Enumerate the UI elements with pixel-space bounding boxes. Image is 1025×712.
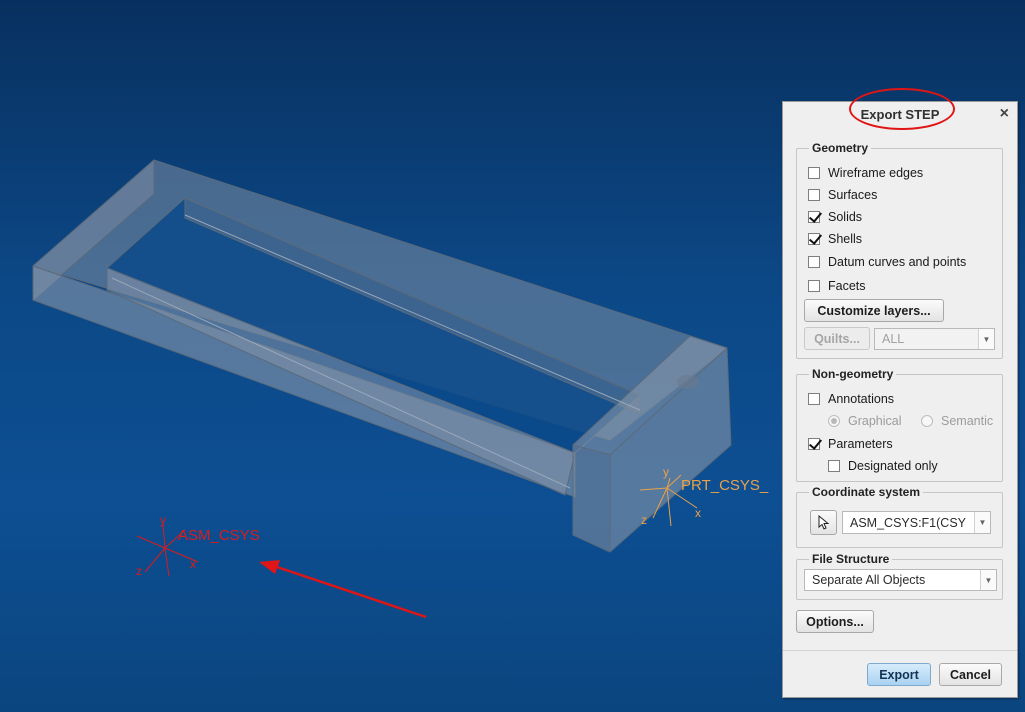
end-block-front: [572, 444, 611, 553]
asm-csys-axis-x: x: [190, 557, 196, 571]
chevron-down-icon[interactable]: ▼: [980, 570, 996, 590]
geometry-group: Geometry Wireframe edges Surfaces Solids…: [796, 141, 1003, 359]
solids-checkbox[interactable]: [808, 211, 820, 223]
datum-curves-label: Datum curves and points: [828, 255, 967, 269]
graphical-option[interactable]: Graphical: [828, 412, 902, 430]
surfaces-option[interactable]: Surfaces: [808, 186, 877, 204]
footer-divider: [783, 650, 1017, 651]
wireframe-edges-label: Wireframe edges: [828, 166, 924, 180]
annotations-label: Annotations: [828, 392, 895, 406]
prt-csys-axis-z: z: [641, 513, 647, 527]
semantic-label: Semantic: [941, 414, 994, 428]
shells-option[interactable]: Shells: [808, 230, 862, 248]
dialog-titlebar[interactable]: Export STEP ×: [783, 88, 1017, 130]
graphical-radio[interactable]: [828, 415, 840, 427]
quilts-select-value: ALL: [882, 332, 905, 346]
chevron-down-icon[interactable]: ▼: [978, 329, 994, 349]
shells-label: Shells: [828, 232, 863, 246]
export-step-dialog: Export STEP × Geometry Wireframe edges S…: [782, 88, 1018, 698]
asm-csys-label: ASM_CSYS: [178, 527, 260, 544]
facets-option[interactable]: Facets: [808, 277, 866, 295]
coordinate-system-group: Coordinate system ASM_CSYS:F1(CSY ▼: [796, 485, 1003, 548]
prt-csys-axis-x: x: [695, 506, 701, 520]
end-block-hole: [677, 375, 699, 389]
parameters-option[interactable]: Parameters: [808, 435, 893, 453]
facets-checkbox[interactable]: [808, 280, 820, 292]
shells-checkbox[interactable]: [808, 233, 820, 245]
coordinate-system-group-title: Coordinate system: [809, 485, 924, 499]
annotations-option[interactable]: Annotations: [808, 390, 894, 408]
asm-csys-axis-z: z: [136, 564, 142, 578]
graphical-label: Graphical: [848, 414, 902, 428]
datum-curves-checkbox[interactable]: [808, 256, 820, 268]
surfaces-checkbox[interactable]: [808, 189, 820, 201]
prt-csys-label: PRT_CSYS_: [681, 477, 769, 494]
export-button[interactable]: Export: [867, 663, 931, 686]
cursor-arrow-icon: [818, 515, 829, 530]
parameters-label: Parameters: [828, 437, 893, 451]
wireframe-edges-option[interactable]: Wireframe edges: [808, 164, 923, 182]
wireframe-edges-checkbox[interactable]: [808, 167, 820, 179]
cancel-button[interactable]: Cancel: [939, 663, 1002, 686]
file-structure-group: File Structure Separate All Objects ▼: [796, 552, 1003, 600]
asm-csys-axis-y: y: [160, 513, 166, 527]
parameters-checkbox[interactable]: [808, 438, 820, 450]
designated-only-checkbox[interactable]: [828, 460, 840, 472]
non-geometry-group-title: Non-geometry: [809, 367, 897, 381]
part-model[interactable]: [32, 159, 732, 553]
designated-only-option[interactable]: Designated only: [828, 457, 938, 475]
quilts-select[interactable]: ALL ▼: [874, 328, 995, 350]
non-geometry-group: Non-geometry Annotations Graphical Seman…: [796, 367, 1003, 482]
options-button[interactable]: Options...: [796, 610, 874, 633]
annotations-checkbox[interactable]: [808, 393, 820, 405]
solids-label: Solids: [828, 210, 863, 224]
facets-label: Facets: [828, 279, 866, 293]
file-structure-group-title: File Structure: [809, 552, 893, 566]
file-structure-value: Separate All Objects: [812, 573, 926, 587]
geometry-group-title: Geometry: [809, 141, 872, 155]
semantic-option[interactable]: Semantic: [921, 412, 993, 430]
quilts-button[interactable]: Quilts...: [804, 327, 870, 350]
surfaces-label: Surfaces: [828, 188, 878, 202]
designated-only-label: Designated only: [848, 459, 938, 473]
dialog-title: Export STEP: [860, 107, 940, 122]
customize-layers-button[interactable]: Customize layers...: [804, 299, 944, 322]
semantic-radio[interactable]: [921, 415, 933, 427]
coordinate-system-value: ASM_CSYS:F1(CSY: [850, 515, 967, 530]
solids-option[interactable]: Solids: [808, 208, 862, 226]
prt-csys-axis-y: y: [663, 465, 669, 479]
annotation-arrow: [259, 560, 427, 619]
select-csys-button[interactable]: [810, 510, 837, 535]
datum-curves-option[interactable]: Datum curves and points: [808, 253, 966, 271]
coordinate-system-select[interactable]: ASM_CSYS:F1(CSY ▼: [842, 511, 991, 534]
file-structure-select[interactable]: Separate All Objects ▼: [804, 569, 997, 591]
close-icon[interactable]: ×: [1000, 105, 1009, 123]
chevron-down-icon[interactable]: ▼: [974, 512, 990, 533]
